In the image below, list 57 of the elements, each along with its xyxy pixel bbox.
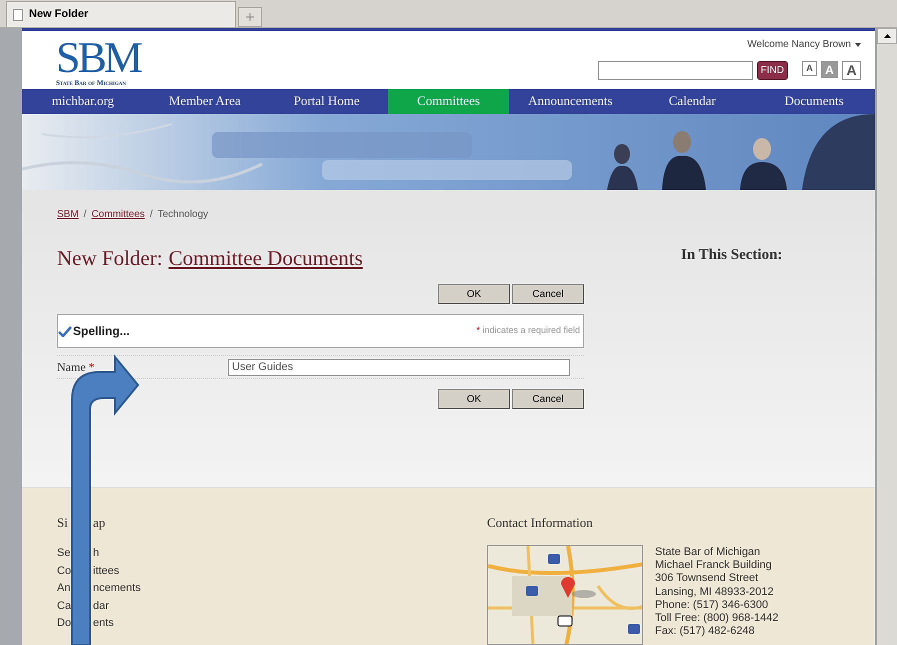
site-map-link[interactable]: Se — [57, 545, 71, 562]
page-title: New Folder: — [57, 244, 163, 272]
contact-line: Lansing, MI 48933-2012 — [655, 586, 775, 599]
nav-tab[interactable]: Member Area — [144, 88, 266, 114]
site-map-link[interactable]: Ca — [57, 598, 71, 615]
nav-tab[interactable]: Calendar — [631, 88, 754, 114]
section-title: In This Section: — [681, 246, 782, 264]
breadcrumb-current: Technology — [158, 208, 208, 222]
contact-line: Toll Free: (800) 968-1442 — [655, 612, 779, 626]
nav-tab[interactable]: Documents — [753, 88, 876, 114]
browser-tab[interactable]: New Folder — [6, 1, 236, 27]
name-field[interactable]: User Guides — [228, 358, 570, 376]
new-tab-button[interactable] — [238, 7, 262, 27]
nav-tab[interactable]: michbar.org — [22, 88, 144, 114]
site-map-link[interactable]: ittees — [93, 562, 120, 580]
contact-line: Phone: (517) 346-6300 — [655, 598, 770, 612]
nav-tab[interactable]: Portal Home — [266, 88, 388, 114]
spellcheck-icon — [58, 325, 72, 337]
ok-button[interactable]: OK — [438, 284, 510, 304]
site-map-link[interactable]: Co — [57, 562, 71, 580]
contact-line: Michael Franck Building — [655, 559, 773, 572]
field-label: Name * — [57, 359, 96, 376]
caret-icon — [855, 42, 861, 46]
scroll-up-button[interactable] — [877, 28, 897, 44]
required-note: * indicates a required field — [476, 324, 580, 338]
site-map-link[interactable]: ncements — [93, 580, 141, 598]
breadcrumb-separator: / — [84, 208, 86, 222]
scroll-bar[interactable] — [877, 28, 897, 645]
contact-line: State Bar of Michigan — [655, 546, 762, 560]
plus-icon — [246, 13, 254, 21]
text-size-button[interactable]: A — [802, 61, 817, 76]
up-arrow-icon — [884, 34, 890, 38]
logo-mark[interactable]: SBM — [56, 38, 140, 78]
welcome-menu[interactable]: Welcome Nancy Brown — [747, 37, 861, 52]
site-map-link[interactable]: h — [93, 545, 100, 562]
site-map-link[interactable]: An — [57, 580, 71, 598]
breadcrumb-link[interactable]: SBM — [57, 206, 79, 222]
breadcrumb-separator: / — [150, 208, 153, 222]
site-map-link[interactable]: dar — [93, 598, 109, 615]
nav-tab[interactable]: Announcements — [509, 88, 632, 114]
page-icon — [13, 8, 23, 20]
breadcrumb-link[interactable]: Committees — [91, 206, 145, 222]
site-map-title: Si — [57, 514, 69, 532]
contact-title: Contact Information — [487, 514, 594, 532]
contact-line: 306 Townsend Street — [655, 572, 760, 586]
ok-button[interactable]: OK — [438, 389, 510, 409]
contact-line: Fax: (517) 482-6248 — [655, 625, 756, 638]
site-map-title: ap — [93, 514, 106, 532]
find-button[interactable]: FIND — [756, 61, 788, 80]
title-link[interactable]: Committee Documents — [168, 242, 363, 274]
search-field[interactable] — [598, 61, 753, 80]
cancel-button[interactable]: Cancel — [512, 284, 584, 304]
site-map-link[interactable]: Do — [57, 615, 71, 632]
spelling-button[interactable]: Spelling... — [58, 322, 130, 340]
site-map-link[interactable]: ents — [93, 615, 114, 632]
text-size-button[interactable]: A — [842, 61, 861, 80]
cancel-button[interactable]: Cancel — [512, 389, 584, 409]
